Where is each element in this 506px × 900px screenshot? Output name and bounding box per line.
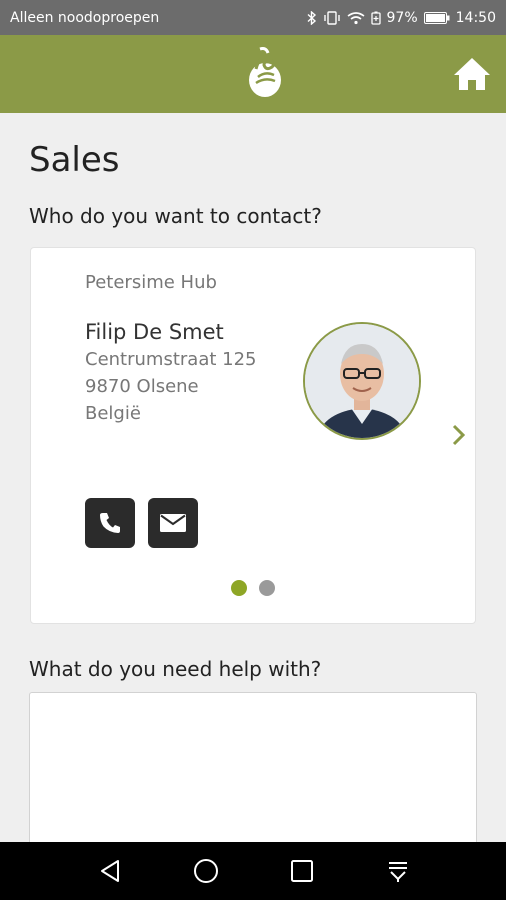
next-contact-button[interactable] <box>449 422 469 448</box>
carrier-text: Alleen noodoproepen <box>10 9 160 26</box>
call-button[interactable] <box>85 498 135 548</box>
contact-name: Filip De Smet <box>85 320 224 344</box>
hub-label: Petersime Hub <box>85 272 217 293</box>
home-circle-icon <box>194 859 218 883</box>
home-button[interactable] <box>452 55 492 93</box>
address-country: België <box>85 403 141 424</box>
status-icons: 97% 14:50 <box>307 10 496 26</box>
bluetooth-icon <box>307 10 317 25</box>
notifications-icon <box>389 862 407 882</box>
back-button[interactable] <box>95 856 125 886</box>
mail-icon <box>160 514 186 532</box>
vibrate-icon <box>323 10 341 25</box>
logo <box>244 47 286 99</box>
email-button[interactable] <box>148 498 198 548</box>
pager-dot-2[interactable] <box>259 580 275 596</box>
wifi-icon <box>347 11 365 25</box>
battery-icon <box>423 11 450 24</box>
status-bar: Alleen noodoproepen 97% 14:50 <box>0 0 506 35</box>
app-bar <box>0 35 506 113</box>
chevron-right-icon <box>452 424 466 446</box>
address-city: 9870 Olsene <box>85 376 199 397</box>
battery-saver-icon <box>370 11 381 25</box>
avatar <box>303 322 421 440</box>
home-nav-button[interactable] <box>191 856 221 886</box>
battery-percent: 97% <box>386 9 418 26</box>
clock-text: 14:50 <box>455 9 496 26</box>
help-question: What do you need help with? <box>29 657 322 681</box>
back-icon <box>101 860 119 882</box>
recents-icon <box>291 860 313 882</box>
help-textarea[interactable] <box>29 692 477 852</box>
home-icon <box>454 58 490 90</box>
contact-question: Who do you want to contact? <box>29 204 322 228</box>
contact-card: Petersime Hub Filip De Smet Centrumstraa… <box>30 247 476 624</box>
recents-button[interactable] <box>287 856 317 886</box>
pager-dot-1[interactable] <box>231 580 247 596</box>
navigation-bar <box>0 842 506 900</box>
notifications-button[interactable] <box>383 856 413 886</box>
address-street: Centrumstraat 125 <box>85 349 257 370</box>
page-title: Sales <box>29 140 120 180</box>
phone-icon <box>100 513 120 533</box>
